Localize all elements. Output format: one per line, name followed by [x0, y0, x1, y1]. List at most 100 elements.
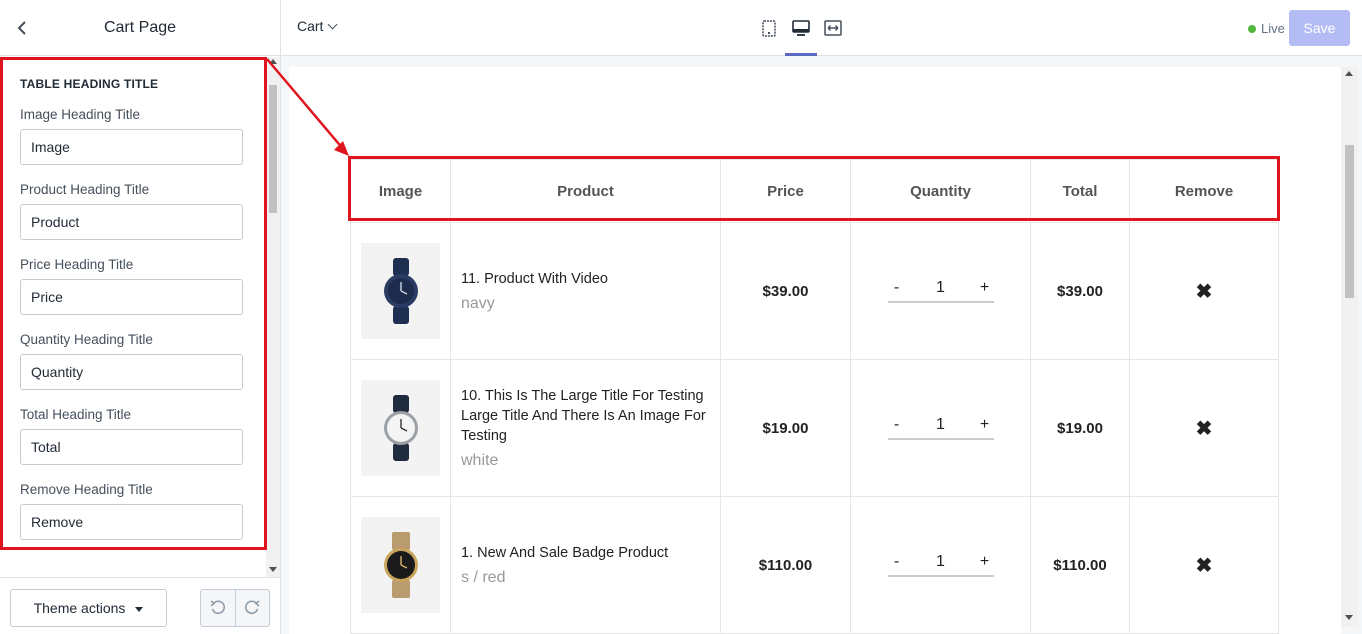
- top-bar: Cart Live Save: [281, 0, 1362, 56]
- page-selector[interactable]: Cart: [297, 18, 338, 34]
- product-name[interactable]: 1. New And Sale Badge Product: [461, 543, 710, 563]
- scroll-down-icon[interactable]: [1345, 615, 1353, 620]
- section-title: TABLE HEADING TITLE: [20, 77, 159, 91]
- remove-cell: ✖: [1129, 222, 1279, 360]
- header-image: Image: [350, 159, 451, 223]
- remove-heading-input[interactable]: [20, 504, 243, 540]
- price-heading-input[interactable]: [20, 279, 243, 315]
- product-heading-input[interactable]: [20, 204, 243, 240]
- decrease-button[interactable]: -: [890, 553, 904, 571]
- fullscreen-view-icon[interactable]: [817, 0, 849, 56]
- scrollbar-thumb[interactable]: [269, 85, 277, 213]
- watch-icon: [383, 258, 418, 324]
- quantity-heading-input[interactable]: [20, 354, 243, 390]
- live-dot-icon: [1248, 24, 1256, 33]
- product-image-cell: [350, 222, 451, 360]
- quantity-stepper: - 1 +: [887, 416, 994, 440]
- product-image[interactable]: [361, 243, 440, 339]
- table-row: 1. New And Sale Badge Product s / red $1…: [350, 496, 1279, 634]
- product-variant: s / red: [461, 569, 506, 586]
- total-heading-input[interactable]: [20, 429, 243, 465]
- quantity-value[interactable]: 1: [936, 279, 945, 297]
- theme-actions-label: Theme actions: [33, 600, 126, 616]
- total-cell: $110.00: [1030, 496, 1130, 634]
- quantity-value[interactable]: 1: [936, 553, 945, 571]
- settings-panel: TABLE HEADING TITLE Image Heading Title …: [0, 57, 266, 562]
- cart-table: Image Product Price Quantity Total Remov…: [350, 159, 1279, 634]
- product-image-cell: [350, 496, 451, 634]
- watch-icon: [383, 395, 418, 461]
- scroll-down-icon[interactable]: [269, 567, 277, 572]
- remove-cell: ✖: [1129, 359, 1279, 497]
- divider: [0, 577, 280, 578]
- product-image-cell: [350, 359, 451, 497]
- price-heading-label: Price Heading Title: [20, 257, 134, 272]
- increase-button[interactable]: +: [978, 553, 992, 571]
- scroll-up-icon[interactable]: [269, 59, 277, 64]
- image-heading-label: Image Heading Title: [20, 107, 141, 122]
- product-image[interactable]: [361, 380, 440, 476]
- decrease-button[interactable]: -: [890, 279, 904, 297]
- remove-cell: ✖: [1129, 496, 1279, 634]
- product-name[interactable]: 11. Product With Video: [461, 269, 710, 289]
- header-product: Product: [450, 159, 721, 223]
- table-row: 11. Product With Video navy $39.00 - 1 +…: [350, 222, 1279, 360]
- quantity-value[interactable]: 1: [936, 416, 945, 434]
- table-row: 10. This Is The Large Title For Testing …: [350, 359, 1279, 497]
- theme-actions-button[interactable]: Theme actions: [10, 589, 167, 627]
- sidebar-scrollbar[interactable]: [266, 57, 280, 577]
- scrollbar-thumb[interactable]: [1345, 145, 1354, 298]
- price-cell: $19.00: [720, 359, 851, 497]
- remove-icon[interactable]: ✖: [1196, 281, 1213, 303]
- remove-heading-label: Remove Heading Title: [20, 482, 153, 497]
- total-heading-label: Total Heading Title: [20, 407, 132, 422]
- header-price: Price: [720, 159, 851, 223]
- increase-button[interactable]: +: [978, 279, 992, 297]
- header-remove: Remove: [1129, 159, 1279, 223]
- product-info-cell: 10. This Is The Large Title For Testing …: [450, 359, 721, 497]
- page-selector-label: Cart: [297, 18, 324, 34]
- undo-redo-group: [200, 589, 270, 627]
- redo-icon[interactable]: [234, 590, 270, 626]
- store-preview: Image Product Price Quantity Total Remov…: [289, 67, 1341, 634]
- image-heading-input[interactable]: [20, 129, 243, 165]
- scroll-up-icon[interactable]: [1345, 71, 1353, 76]
- product-info-cell: 1. New And Sale Badge Product s / red: [450, 496, 721, 634]
- remove-icon[interactable]: ✖: [1196, 555, 1213, 577]
- mobile-view-icon[interactable]: [753, 0, 785, 56]
- price-cell: $39.00: [720, 222, 851, 360]
- table-header-row: Image Product Price Quantity Total Remov…: [350, 159, 1279, 223]
- watch-icon: [383, 532, 418, 598]
- quantity-stepper: - 1 +: [887, 553, 994, 577]
- header-quantity: Quantity: [850, 159, 1031, 223]
- caret-down-icon: [135, 607, 144, 612]
- product-heading-label: Product Heading Title: [20, 182, 150, 197]
- theme-editor: Cart Page TABLE HEADING TITLE Image Head…: [0, 0, 1362, 634]
- remove-icon[interactable]: ✖: [1196, 418, 1213, 440]
- quantity-stepper: - 1 +: [887, 279, 994, 303]
- device-toggle: [753, 0, 849, 56]
- desktop-view-icon[interactable]: [785, 0, 817, 56]
- quantity-heading-label: Quantity Heading Title: [20, 332, 153, 347]
- quantity-cell: - 1 +: [850, 496, 1031, 634]
- back-arrow-icon[interactable]: [12, 18, 32, 38]
- total-cell: $19.00: [1030, 359, 1130, 497]
- quantity-cell: - 1 +: [850, 359, 1031, 497]
- sidebar: Cart Page TABLE HEADING TITLE Image Head…: [0, 0, 281, 634]
- product-image[interactable]: [361, 517, 440, 613]
- product-name[interactable]: 10. This Is The Large Title For Testing …: [461, 386, 710, 446]
- decrease-button[interactable]: -: [890, 416, 904, 434]
- product-variant: navy: [461, 295, 495, 312]
- undo-icon[interactable]: [201, 590, 235, 626]
- total-cell: $39.00: [1030, 222, 1130, 360]
- live-status: Live: [1248, 21, 1285, 36]
- price-cell: $110.00: [720, 496, 851, 634]
- preview-scrollbar[interactable]: [1341, 67, 1358, 627]
- product-variant: white: [461, 452, 499, 469]
- increase-button[interactable]: +: [978, 416, 992, 434]
- live-status-label: Live: [1261, 21, 1285, 36]
- save-button[interactable]: Save: [1289, 10, 1350, 46]
- quantity-cell: - 1 +: [850, 222, 1031, 360]
- product-info-cell: 11. Product With Video navy: [450, 222, 721, 360]
- chevron-down-icon: [328, 19, 338, 29]
